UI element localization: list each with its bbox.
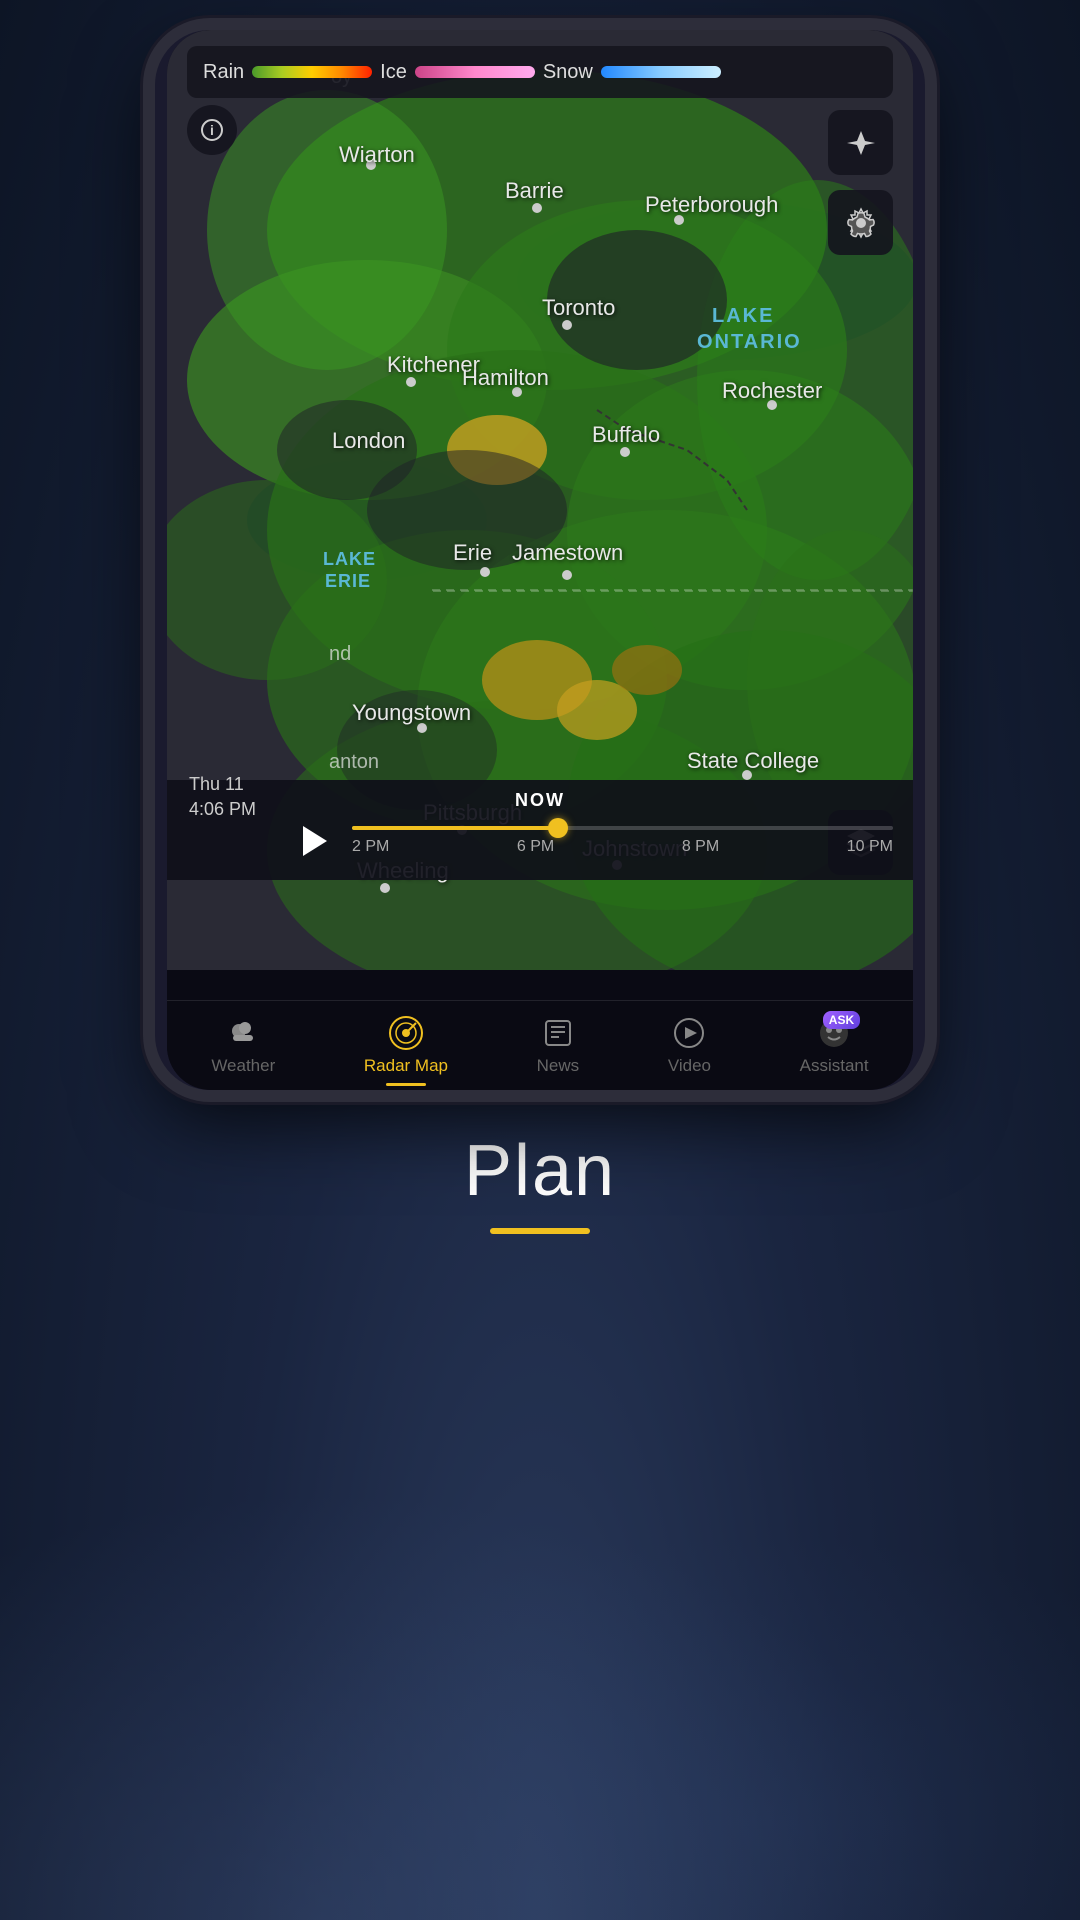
snow-gradient xyxy=(601,66,721,78)
plan-section: Plan xyxy=(0,1130,1080,1234)
svg-text:State College: State College xyxy=(687,748,819,773)
timeline-fill xyxy=(352,826,558,830)
ask-badge: ASK xyxy=(823,1011,860,1029)
assistant-icon: ASK xyxy=(816,1015,852,1051)
tick-6pm: 6 PM xyxy=(517,838,554,856)
nav-item-radar[interactable]: Radar Map xyxy=(352,1007,460,1084)
svg-text:Peterborough: Peterborough xyxy=(645,192,778,217)
plan-underline xyxy=(490,1228,590,1234)
timeline-track xyxy=(352,826,893,830)
weather-icon xyxy=(225,1015,261,1051)
radar-nav-label: Radar Map xyxy=(364,1056,448,1076)
legend-bar: Rain Ice Snow xyxy=(187,46,893,98)
video-icon xyxy=(671,1015,707,1051)
settings-button[interactable] xyxy=(828,190,893,255)
ice-legend: Ice xyxy=(380,61,535,84)
svg-text:Rochester: Rochester xyxy=(722,378,822,403)
tick-8pm: 8 PM xyxy=(682,838,719,856)
svg-text:ERIE: ERIE xyxy=(325,571,371,591)
ice-gradient xyxy=(415,66,535,78)
nav-item-video[interactable]: Video xyxy=(656,1007,723,1084)
rain-gradient xyxy=(252,66,372,78)
location-button[interactable] xyxy=(828,110,893,175)
tick-10pm: 10 PM xyxy=(847,838,893,856)
svg-text:Wiarton: Wiarton xyxy=(339,142,415,167)
timeline-ticks: 2 PM 6 PM 8 PM 10 PM xyxy=(352,838,893,856)
svg-text:ONTARIO: ONTARIO xyxy=(697,331,802,353)
svg-text:nd: nd xyxy=(329,643,351,665)
svg-text:Hamilton: Hamilton xyxy=(462,365,549,390)
svg-text:Youngstown: Youngstown xyxy=(352,700,471,725)
gear-icon xyxy=(845,207,877,239)
play-button[interactable] xyxy=(287,816,337,866)
svg-text:Erie: Erie xyxy=(453,540,492,565)
timeline-row: 2 PM 6 PM 8 PM 10 PM xyxy=(187,816,893,866)
nav-item-news[interactable]: News xyxy=(525,1007,592,1084)
svg-text:Barrie: Barrie xyxy=(505,178,564,203)
time-display: 4:06 PM xyxy=(189,797,256,822)
video-nav-label: Video xyxy=(668,1056,711,1076)
svg-text:i: i xyxy=(210,122,214,138)
svg-text:Toronto: Toronto xyxy=(542,295,615,320)
svg-text:Jamestown: Jamestown xyxy=(512,540,623,565)
news-nav-label: News xyxy=(537,1056,580,1076)
svg-text:anton: anton xyxy=(329,751,379,773)
phone-screen: Wiarton Barrie Peterborough Toronto Kitc… xyxy=(167,30,913,1090)
bottom-navigation: Weather Radar Map xyxy=(167,1000,913,1090)
snow-legend: Snow xyxy=(543,61,721,84)
svg-text:Buffalo: Buffalo xyxy=(592,422,660,447)
svg-text:London: London xyxy=(332,428,405,453)
weather-nav-label: Weather xyxy=(211,1056,275,1076)
nav-item-weather[interactable]: Weather xyxy=(199,1007,287,1084)
timeline-control[interactable]: NOW 2 PM 6 PM 8 PM xyxy=(167,780,913,880)
nav-item-assistant[interactable]: ASK Assistant xyxy=(788,1007,881,1084)
rain-legend: Rain xyxy=(203,61,372,84)
svg-text:LAKE: LAKE xyxy=(712,305,774,327)
ice-label: Ice xyxy=(380,61,407,84)
rain-label: Rain xyxy=(203,61,244,84)
play-icon xyxy=(303,826,327,856)
timeline-thumb[interactable] xyxy=(548,818,568,838)
radar-icon xyxy=(388,1015,424,1051)
svg-text:LAKE: LAKE xyxy=(323,549,376,569)
timeline-slider[interactable]: 2 PM 6 PM 8 PM 10 PM xyxy=(352,826,893,856)
datetime-display: Thu 11 4:06 PM xyxy=(189,772,256,822)
active-indicator xyxy=(386,1083,426,1086)
date-display: Thu 11 xyxy=(189,772,256,797)
plan-title: Plan xyxy=(464,1130,616,1212)
background-clouds xyxy=(0,1420,1080,1920)
assistant-nav-label: Assistant xyxy=(800,1056,869,1076)
now-label: NOW xyxy=(187,790,893,811)
radar-map[interactable]: Wiarton Barrie Peterborough Toronto Kitc… xyxy=(167,30,913,970)
snow-label: Snow xyxy=(543,61,593,84)
info-button[interactable]: i xyxy=(187,105,237,155)
phone-frame: Wiarton Barrie Peterborough Toronto Kitc… xyxy=(155,30,925,1090)
news-icon xyxy=(540,1015,576,1051)
tick-2pm: 2 PM xyxy=(352,838,389,856)
location-icon xyxy=(845,127,877,159)
